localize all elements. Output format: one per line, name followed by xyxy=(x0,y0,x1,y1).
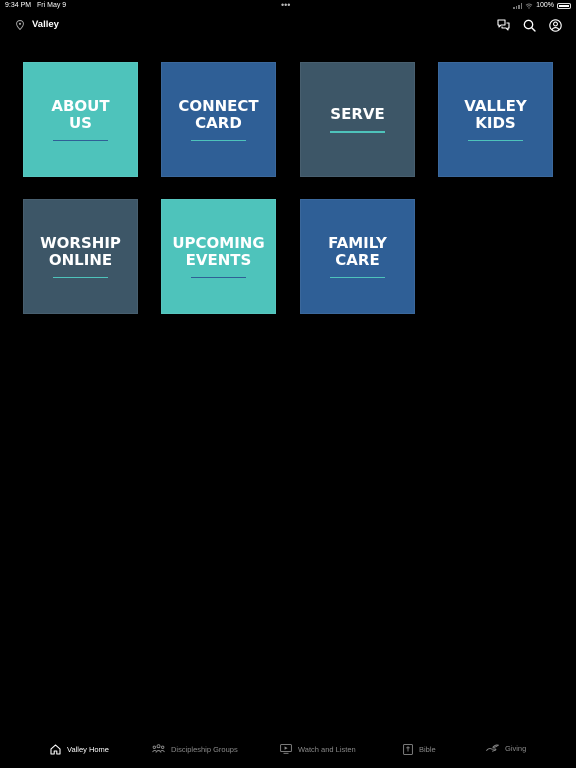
bible-icon xyxy=(403,744,413,755)
search-icon xyxy=(523,19,536,32)
tab-bible[interactable]: Bible xyxy=(403,744,436,755)
tile-family-care[interactable]: FAMILY CARE xyxy=(300,199,415,314)
tile-worship-online[interactable]: WORSHIP ONLINE xyxy=(23,199,138,314)
tile-label: VALLEY KIDS xyxy=(464,96,527,132)
status-right: 100% xyxy=(513,2,571,9)
search-button[interactable] xyxy=(522,18,536,32)
messages-button[interactable] xyxy=(496,18,510,32)
battery-icon xyxy=(557,2,571,9)
group-icon xyxy=(152,744,165,753)
tab-label: Watch and Listen xyxy=(298,744,356,754)
tab-bar: Valley Home Discipleship Groups Watch an… xyxy=(0,738,576,768)
signal-icon xyxy=(513,2,523,9)
tile-underline xyxy=(53,139,108,142)
giving-icon xyxy=(486,744,499,752)
tile-label: UPCOMING EVENTS xyxy=(172,233,265,269)
status-bar: 9:34 PM Fri May 9 ••• 100% xyxy=(0,0,576,12)
tile-connect-card[interactable]: CONNECT CARD xyxy=(161,62,276,177)
tile-about-us[interactable]: ABOUT US xyxy=(23,62,138,177)
header-actions xyxy=(496,18,562,32)
home-icon xyxy=(50,744,61,755)
tab-watch-and-listen[interactable]: Watch and Listen xyxy=(280,744,356,754)
tv-icon xyxy=(280,744,292,754)
status-date: Fri May 9 xyxy=(37,2,67,9)
tile-underline xyxy=(330,131,385,133)
status-time: 9:34 PM xyxy=(5,2,32,9)
tile-label: ABOUT US xyxy=(51,96,110,132)
tile-underline xyxy=(191,276,246,279)
multitasking-dots[interactable]: ••• xyxy=(281,0,290,10)
app-header: Valley xyxy=(0,14,576,38)
tile-label: FAMILY CARE xyxy=(328,233,387,269)
tile-serve[interactable]: SERVE xyxy=(300,62,415,177)
tile-underline xyxy=(53,276,108,279)
profile-button[interactable] xyxy=(548,18,562,32)
tab-label: Giving xyxy=(505,744,527,753)
tab-giving[interactable]: Giving xyxy=(486,744,526,753)
tile-label: WORSHIP ONLINE xyxy=(40,233,121,269)
location-pin-icon xyxy=(16,19,24,30)
tab-label: Discipleship Groups xyxy=(171,744,238,754)
tile-valley-kids[interactable]: VALLEY KIDS xyxy=(438,62,553,177)
tile-label: SERVE xyxy=(330,105,385,124)
tile-underline xyxy=(468,139,523,142)
tile-upcoming-events[interactable]: UPCOMING EVENTS xyxy=(161,199,276,314)
tile-underline xyxy=(330,276,385,279)
chat-icon xyxy=(496,19,510,31)
tab-discipleship-groups[interactable]: Discipleship Groups xyxy=(152,744,238,754)
tile-label: CONNECT CARD xyxy=(178,96,259,132)
page-title: Valley xyxy=(32,19,59,30)
tab-label: Bible xyxy=(419,745,436,754)
wifi-icon xyxy=(525,2,533,9)
tab-label: Valley Home xyxy=(67,745,109,754)
tab-valley-home[interactable]: Valley Home xyxy=(50,744,109,755)
location-selector[interactable]: Valley xyxy=(16,19,59,30)
user-icon xyxy=(548,18,562,32)
battery-percent: 100% xyxy=(536,2,554,9)
tile-underline xyxy=(191,139,246,142)
